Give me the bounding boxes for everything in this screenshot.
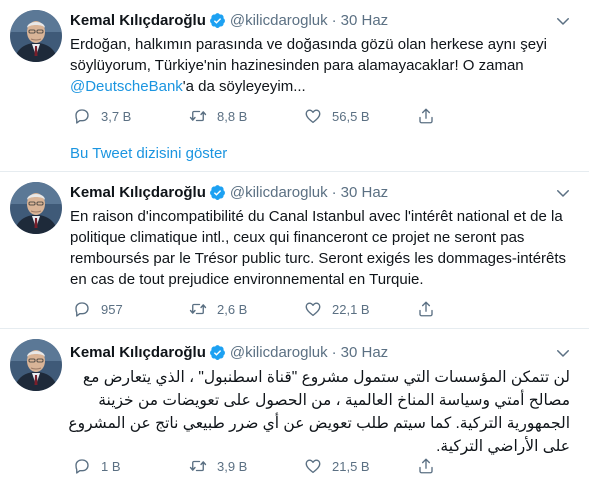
- separator-dot: ·: [331, 183, 337, 201]
- tweet-actions: 957 2,6 B 22,1 B: [70, 299, 500, 319]
- author-name[interactable]: Kemal Kılıçdaroğlu: [70, 344, 206, 361]
- tweet-2[interactable]: Kemal Kılıçdaroğlu @kilicdarogluk · 30 H…: [0, 172, 589, 328]
- tweet-3[interactable]: Kemal Kılıçdaroğlu @kilicdarogluk · 30 H…: [0, 329, 589, 485]
- retweet-count: 2,6 B: [217, 301, 248, 317]
- reply-button[interactable]: 957: [73, 299, 123, 319]
- more-caret-icon[interactable]: [554, 184, 572, 202]
- author-name[interactable]: Kemal Kılıçdaroğlu: [70, 184, 206, 201]
- share-icon: [419, 301, 433, 317]
- separator-dot: ·: [331, 343, 337, 361]
- tweet-feed: Kemal Kılıçdaroğlu @kilicdarogluk · 30 H…: [0, 0, 589, 485]
- avatar[interactable]: [10, 182, 62, 234]
- reply-icon: [75, 459, 89, 474]
- retweet-count: 8,8 B: [217, 108, 248, 124]
- tweet-text: Erdoğan, halkımın parasında ve doğasında…: [70, 34, 570, 97]
- verified-badge-icon: [209, 12, 226, 29]
- author-name[interactable]: Kemal Kılıçdaroğlu: [70, 12, 206, 29]
- like-button[interactable]: 21,5 B: [304, 456, 370, 476]
- separator-dot: ·: [331, 11, 337, 29]
- like-count: 21,5 B: [332, 458, 370, 474]
- tweet-actions: 3,7 B 8,8 B 56,5 B: [70, 106, 500, 126]
- tweet-timestamp[interactable]: 30 Haz: [341, 12, 389, 29]
- retweet-icon: [189, 110, 207, 122]
- author-handle[interactable]: @kilicdarogluk: [230, 184, 328, 201]
- tweet-text: لن تتمكن المؤسسات التي ستمول مشروع "قناة…: [68, 369, 570, 455]
- verified-badge-icon: [209, 184, 226, 201]
- retweet-button[interactable]: 8,8 B: [189, 106, 247, 126]
- tweet-header: Kemal Kılıçdaroğlu @kilicdarogluk · 30 H…: [70, 10, 388, 30]
- author-handle[interactable]: @kilicdarogluk: [230, 12, 328, 29]
- reply-icon: [75, 109, 89, 124]
- tweet-header: Kemal Kılıçdaroğlu @kilicdarogluk · 30 H…: [70, 342, 388, 362]
- author-handle[interactable]: @kilicdarogluk: [230, 344, 328, 361]
- share-icon: [419, 458, 433, 474]
- reply-count: 3,7 B: [101, 108, 132, 124]
- like-count: 22,1 B: [332, 301, 370, 317]
- verified-badge-icon: [209, 344, 226, 361]
- like-icon: [305, 302, 321, 317]
- like-button[interactable]: 56,5 B: [304, 106, 370, 126]
- tweet-actions: 1 B 3,9 B 21,5 B: [70, 456, 500, 476]
- tweet-timestamp[interactable]: 30 Haz: [341, 184, 389, 201]
- like-button[interactable]: 22,1 B: [304, 299, 370, 319]
- like-count: 56,5 B: [332, 108, 370, 124]
- more-caret-icon[interactable]: [554, 12, 572, 30]
- retweet-icon: [189, 303, 207, 315]
- reply-count: 1 B: [101, 458, 121, 474]
- mention-link[interactable]: @DeutscheBank: [70, 78, 183, 95]
- tweet-text-part: 'a da söyleyeyim...: [182, 78, 306, 95]
- retweet-button[interactable]: 2,6 B: [189, 299, 247, 319]
- share-button[interactable]: [417, 299, 435, 319]
- tweet-timestamp[interactable]: 30 Haz: [341, 344, 389, 361]
- retweet-icon: [189, 460, 207, 472]
- share-button[interactable]: [417, 456, 435, 476]
- share-icon: [419, 108, 433, 124]
- reply-button[interactable]: 3,7 B: [73, 106, 131, 126]
- tweet-header: Kemal Kılıçdaroğlu @kilicdarogluk · 30 H…: [70, 182, 388, 202]
- show-thread-link[interactable]: Bu Tweet dizisini göster: [70, 145, 227, 162]
- reply-icon: [75, 302, 89, 317]
- tweet-text-part: Erdoğan, halkımın parasında ve doğasında…: [70, 36, 547, 74]
- like-icon: [305, 459, 321, 474]
- more-caret-icon[interactable]: [554, 344, 572, 362]
- tweet-text: En raison d'incompatibilité du Canal Ist…: [70, 208, 567, 288]
- retweet-count: 3,9 B: [217, 458, 248, 474]
- like-icon: [305, 109, 321, 124]
- reply-button[interactable]: 1 B: [73, 456, 121, 476]
- avatar[interactable]: [10, 339, 62, 391]
- retweet-button[interactable]: 3,9 B: [189, 456, 247, 476]
- reply-count: 957: [101, 301, 123, 317]
- avatar[interactable]: [10, 10, 62, 62]
- share-button[interactable]: [417, 106, 435, 126]
